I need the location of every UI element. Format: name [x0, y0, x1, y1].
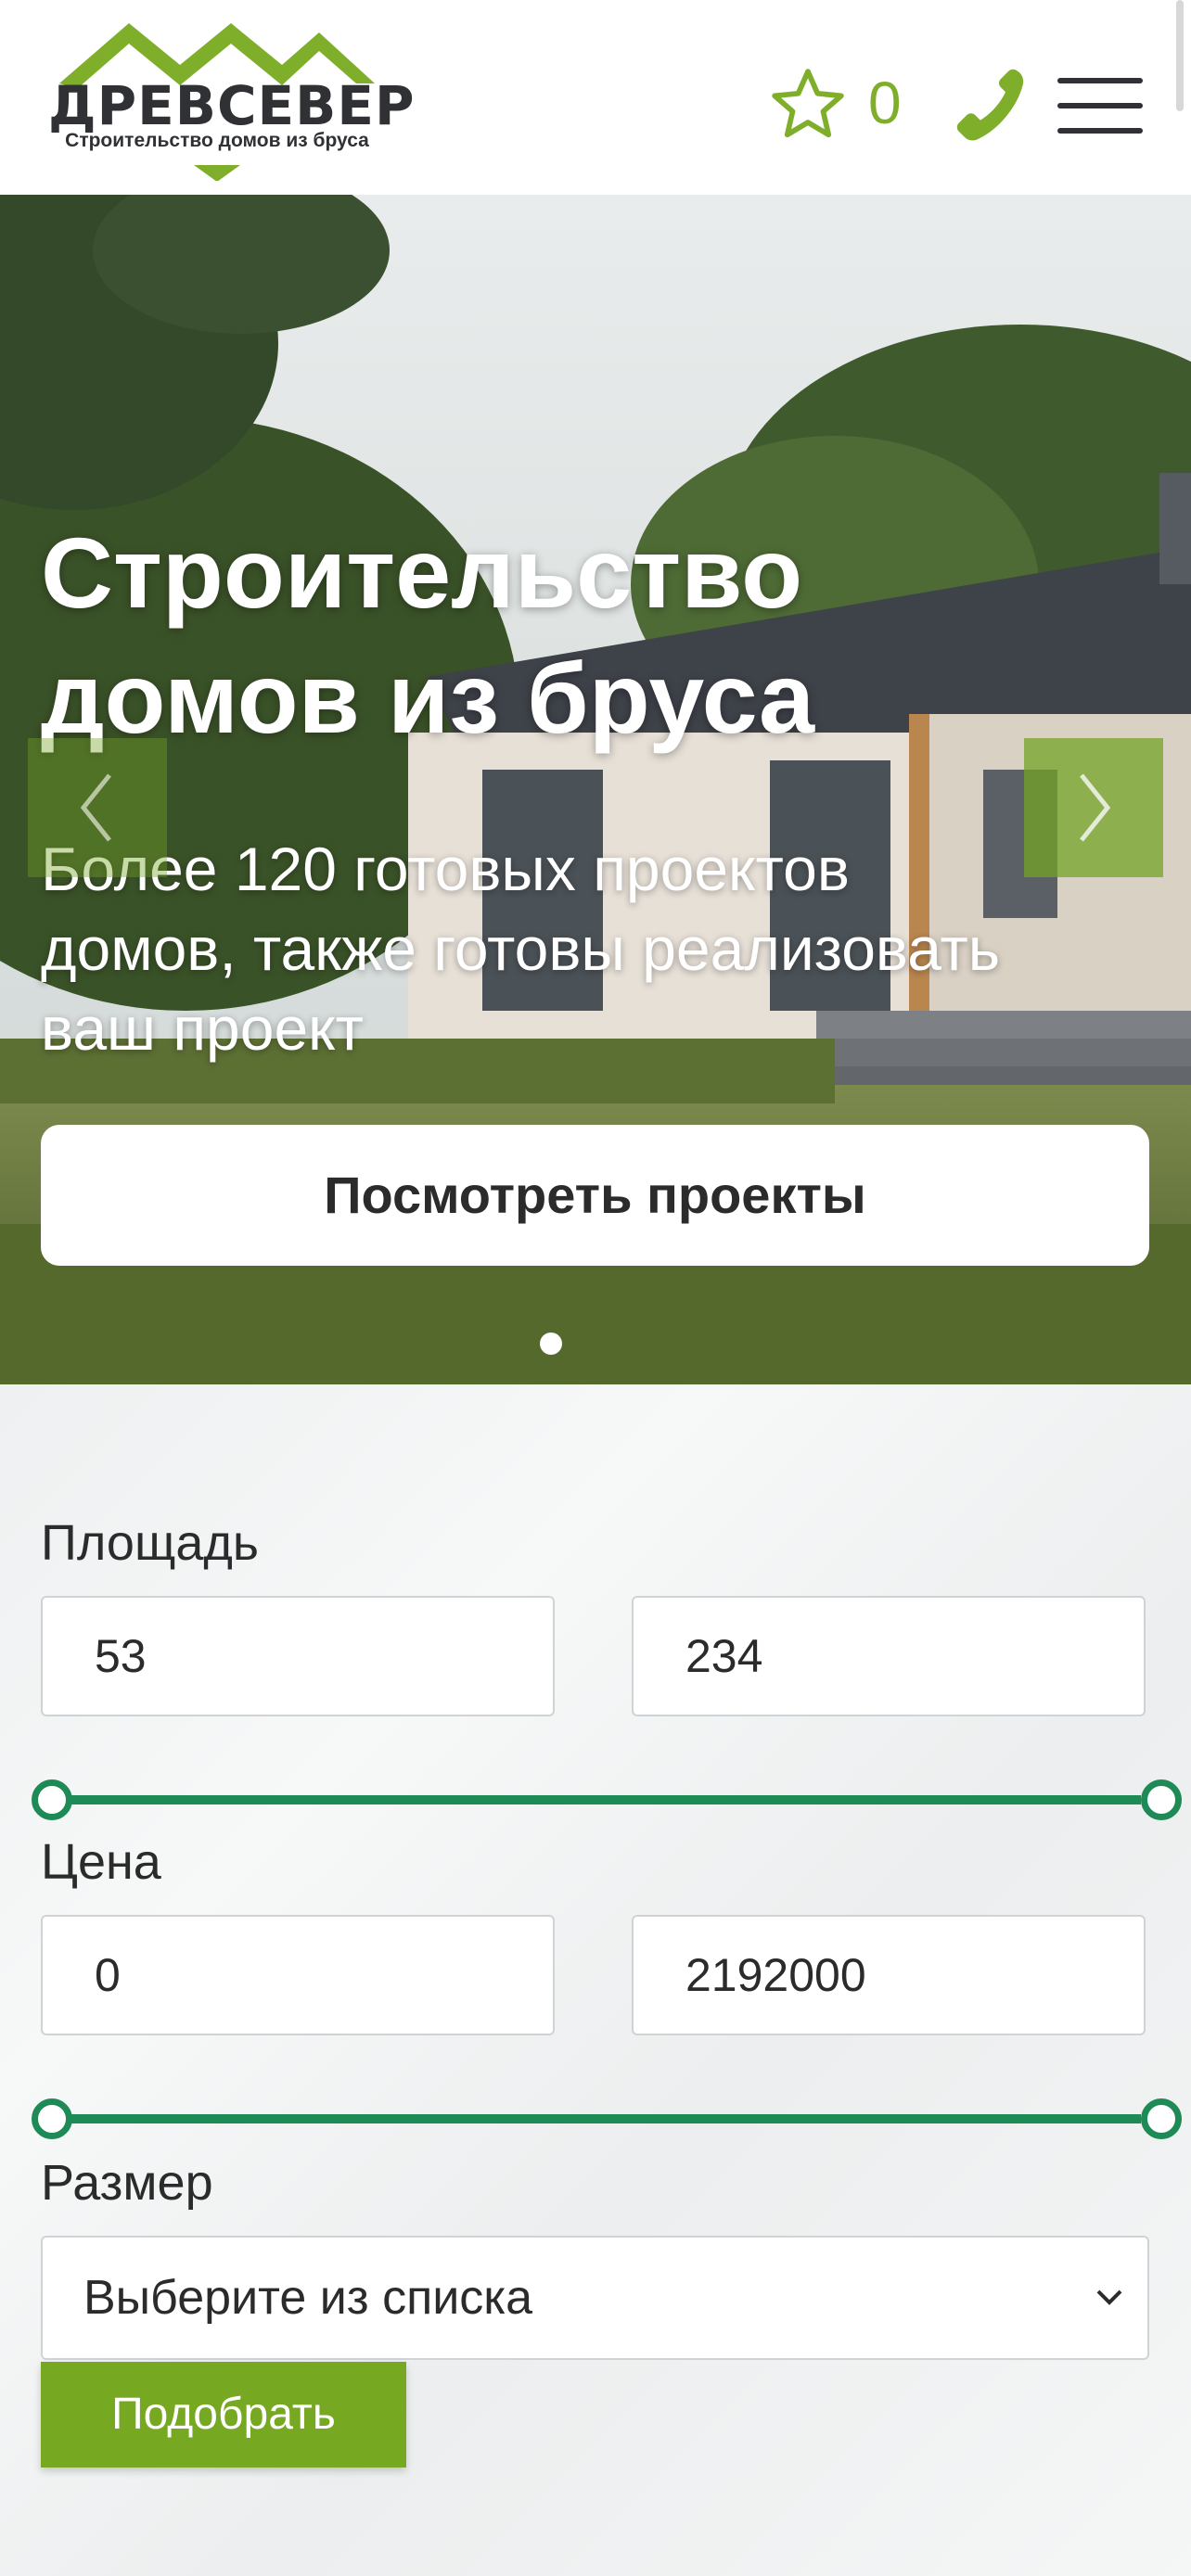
price-max-input[interactable]: 2192000	[632, 1915, 1146, 2035]
view-projects-button[interactable]: Посмотреть проекты	[41, 1125, 1149, 1266]
slider-max-handle[interactable]	[1141, 1779, 1182, 1820]
slider-min-handle[interactable]	[32, 2098, 72, 2139]
hero-title: Строительство домов из бруса	[41, 510, 1061, 760]
price-label: Цена	[41, 1834, 161, 1890]
phone-button[interactable]	[941, 61, 1030, 150]
hamburger-menu-icon[interactable]	[1057, 78, 1143, 134]
menu-bar	[1057, 103, 1143, 108]
site-header: ДРЕВСЕВЕР Строительство домов из бруса 0	[0, 0, 1191, 195]
menu-bar	[1057, 78, 1143, 83]
favorites-button[interactable]: 0	[766, 63, 905, 147]
size-select[interactable]: Выберите из списка	[41, 2236, 1149, 2360]
slider-track	[43, 2114, 1141, 2123]
logo-tagline: Строительство домов из бруса	[65, 130, 369, 151]
slider-track	[43, 1795, 1141, 1804]
area-slider[interactable]	[32, 1779, 1182, 1820]
size-label: Размер	[41, 2155, 213, 2211]
project-filter: Площадь 53 234 Цена 0 2192000 Размер Выб…	[0, 1384, 1191, 2576]
hero-title-line: Строительство	[41, 516, 803, 629]
hero-subtitle-line: ваш проект	[41, 994, 365, 1063]
hero-slider: Строительство домов из бруса Более 120 г…	[0, 195, 1191, 1384]
chevron-down-icon	[1096, 2289, 1122, 2305]
price-min-input[interactable]: 0	[41, 1915, 555, 2035]
logo[interactable]: ДРЕВСЕВЕР Строительство домов из бруса	[41, 19, 416, 181]
phone-icon	[956, 69, 1024, 141]
area-max-input[interactable]: 234	[632, 1596, 1146, 1716]
price-slider[interactable]	[32, 2098, 1182, 2139]
hero-subtitle-line: домов, также готовы реализовать	[41, 914, 1001, 983]
favorites-count: 0	[868, 70, 902, 136]
chevron-left-icon	[80, 773, 111, 842]
logo-wordmark: ДРЕВСЕВЕР	[48, 74, 416, 137]
slider-min-handle[interactable]	[32, 1779, 72, 1820]
apply-filter-button[interactable]: Подобрать	[41, 2362, 406, 2468]
chevron-right-icon	[1080, 773, 1111, 842]
star-icon	[772, 69, 844, 138]
hero-title-line: домов из бруса	[41, 642, 815, 754]
scrollbar[interactable]	[1176, 0, 1184, 111]
size-select-value: Выберите из списка	[83, 2271, 533, 2325]
slider-next-button[interactable]	[1024, 738, 1163, 877]
slider-prev-button[interactable]	[28, 738, 167, 877]
area-min-input[interactable]: 53	[41, 1596, 555, 1716]
menu-bar	[1057, 128, 1143, 134]
slider-dot[interactable]	[540, 1333, 562, 1355]
hero-subtitle: Более 120 готовых проектов домов, также …	[41, 829, 1154, 1068]
hero-subtitle-line: Более 120 готовых проектов	[41, 835, 850, 903]
area-label: Площадь	[41, 1515, 260, 1571]
slider-max-handle[interactable]	[1141, 2098, 1182, 2139]
